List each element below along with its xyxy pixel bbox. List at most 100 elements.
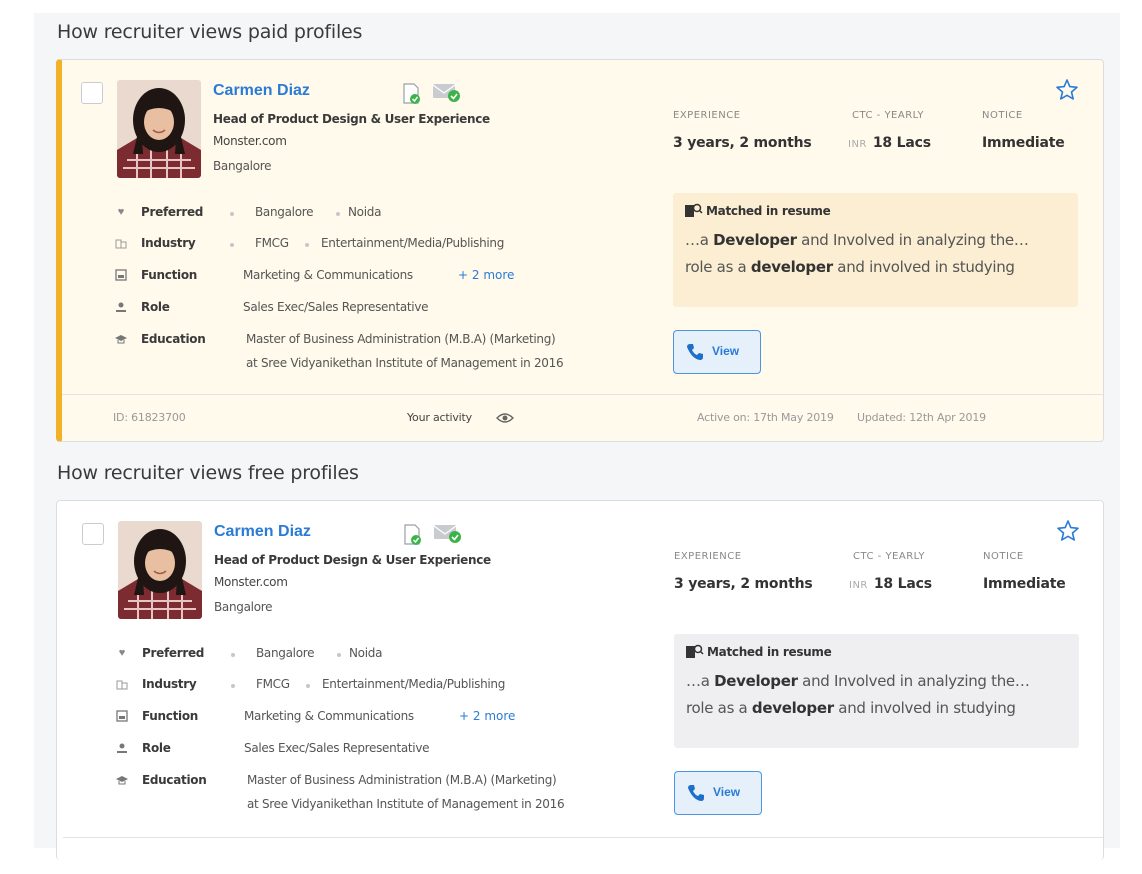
heart-icon: ♥ — [118, 647, 126, 659]
notice-value: Immediate — [982, 135, 1065, 151]
function-value: Marketing & Communications — [244, 709, 414, 723]
resume-verified-icon — [402, 83, 422, 110]
ctc-label: CTC - YEARLY — [853, 551, 926, 562]
match-heading: Matched in resume — [706, 204, 831, 218]
function-icon — [115, 710, 129, 725]
industry-value: FMCG — [255, 236, 289, 250]
function-more-link[interactable]: + 2 more — [459, 709, 515, 723]
phone-icon — [687, 784, 705, 807]
match-snippet-1: …a Developer and Involved in analyzing t… — [686, 672, 1030, 690]
candidate-title: Head of Product Design & User Experience — [214, 553, 491, 567]
notice-value: Immediate — [983, 576, 1066, 592]
preferred-label: Preferred — [142, 646, 205, 660]
education-icon — [115, 774, 129, 789]
card-footer: ID: 61823700 Your activity Active on: 17… — [62, 394, 1103, 441]
preferred-label: Preferred — [141, 205, 204, 219]
notice-label: NOTICE — [983, 551, 1024, 562]
matched-in-resume-box: Matched in resume …a Developer and Invol… — [674, 634, 1079, 748]
candidate-city: Bangalore — [213, 159, 272, 173]
free-profile-card[interactable]: Carmen Diaz Head of Product Design & Use… — [56, 500, 1104, 860]
matched-resume-icon — [685, 203, 703, 220]
education-label: Education — [141, 332, 206, 346]
avatar — [117, 80, 201, 178]
ctc-label: CTC - YEARLY — [852, 110, 925, 121]
select-checkbox[interactable] — [82, 523, 104, 545]
industry-value: Entertainment/Media/Publishing — [321, 236, 505, 250]
ctc-currency: INR — [848, 139, 867, 150]
matched-resume-icon — [686, 644, 704, 661]
candidate-city: Bangalore — [214, 600, 273, 614]
role-value: Sales Exec/Sales Representative — [244, 741, 430, 755]
role-label: Role — [141, 300, 170, 314]
eye-icon[interactable] — [496, 412, 514, 427]
function-icon — [114, 269, 128, 284]
role-label: Role — [142, 741, 171, 755]
industry-value: Entertainment/Media/Publishing — [322, 677, 506, 691]
heart-icon: ♥ — [117, 206, 125, 218]
education-institute: at Sree Vidyanikethan Institute of Manag… — [246, 356, 564, 370]
free-section-title: How recruiter views free profiles — [57, 462, 359, 484]
experience-label: EXPERIENCE — [673, 110, 741, 121]
function-more-link[interactable]: + 2 more — [458, 268, 514, 282]
function-label: Function — [141, 268, 198, 282]
view-button-label: View — [712, 344, 740, 358]
paid-section-title: How recruiter views paid profiles — [57, 21, 363, 43]
industry-value: FMCG — [256, 677, 290, 691]
match-snippet-1: …a Developer and Involved in analyzing t… — [685, 231, 1029, 249]
industry-icon — [114, 237, 128, 252]
profile-id: ID: 61823700 — [113, 411, 186, 424]
shortlist-star-icon[interactable] — [1056, 519, 1080, 548]
match-snippet-2: role as a developer and involved in stud… — [686, 699, 1016, 717]
your-activity-link[interactable]: Your activity — [407, 411, 472, 424]
match-heading-wrap: Matched in resume — [685, 203, 831, 220]
select-checkbox[interactable] — [81, 82, 103, 104]
updated-on: Updated: 12th Apr 2019 — [857, 411, 986, 424]
function-value: Marketing & Communications — [243, 268, 413, 282]
ctc-value: 18 Lacs — [873, 576, 932, 592]
email-verified-icon — [432, 82, 462, 109]
ctc-currency: INR — [849, 580, 868, 591]
candidate-company: Monster.com — [213, 134, 287, 148]
candidate-title: Head of Product Design & User Experience — [213, 112, 490, 126]
industry-label: Industry — [142, 677, 197, 691]
ctc-value-wrap: INR 18 Lacs — [848, 135, 931, 151]
view-button-label: View — [713, 785, 741, 799]
preferred-location: Bangalore — [255, 205, 314, 219]
experience-label: EXPERIENCE — [674, 551, 742, 562]
candidate-company: Monster.com — [214, 575, 288, 589]
view-contact-button[interactable]: View — [673, 330, 761, 374]
preferred-location: Bangalore — [256, 646, 315, 660]
match-heading-wrap: Matched in resume — [686, 644, 832, 661]
experience-value: 3 years, 2 months — [673, 135, 812, 151]
match-heading: Matched in resume — [707, 645, 832, 659]
card-footer-divider — [63, 837, 1103, 838]
candidate-name[interactable]: Carmen Diaz — [214, 523, 311, 541]
education-degree: Master of Business Administration (M.B.A… — [246, 332, 556, 346]
education-label: Education — [142, 773, 207, 787]
industry-label: Industry — [141, 236, 196, 250]
role-icon — [114, 301, 128, 316]
shortlist-star-icon[interactable] — [1055, 78, 1079, 107]
role-value: Sales Exec/Sales Representative — [243, 300, 429, 314]
ctc-value: 18 Lacs — [872, 135, 931, 151]
preferred-location: Noida — [349, 646, 383, 660]
industry-icon — [115, 678, 129, 693]
active-on: Active on: 17th May 2019 — [697, 411, 834, 424]
role-icon — [115, 742, 129, 757]
candidate-name[interactable]: Carmen Diaz — [213, 82, 310, 100]
view-contact-button[interactable]: View — [674, 771, 762, 815]
notice-label: NOTICE — [982, 110, 1023, 121]
function-label: Function — [142, 709, 199, 723]
match-snippet-2: role as a developer and involved in stud… — [685, 258, 1015, 276]
education-degree: Master of Business Administration (M.B.A… — [247, 773, 557, 787]
matched-in-resume-box: Matched in resume …a Developer and Invol… — [673, 193, 1078, 307]
avatar — [118, 521, 202, 619]
preferred-location: Noida — [348, 205, 382, 219]
ctc-value-wrap: INR 18 Lacs — [849, 576, 932, 592]
resume-verified-icon — [403, 524, 423, 551]
experience-value: 3 years, 2 months — [674, 576, 813, 592]
education-icon — [114, 333, 128, 348]
phone-icon — [686, 343, 704, 366]
email-verified-icon — [433, 523, 463, 550]
paid-profile-card[interactable]: Carmen Diaz Head of Product Design & Use… — [56, 59, 1104, 442]
